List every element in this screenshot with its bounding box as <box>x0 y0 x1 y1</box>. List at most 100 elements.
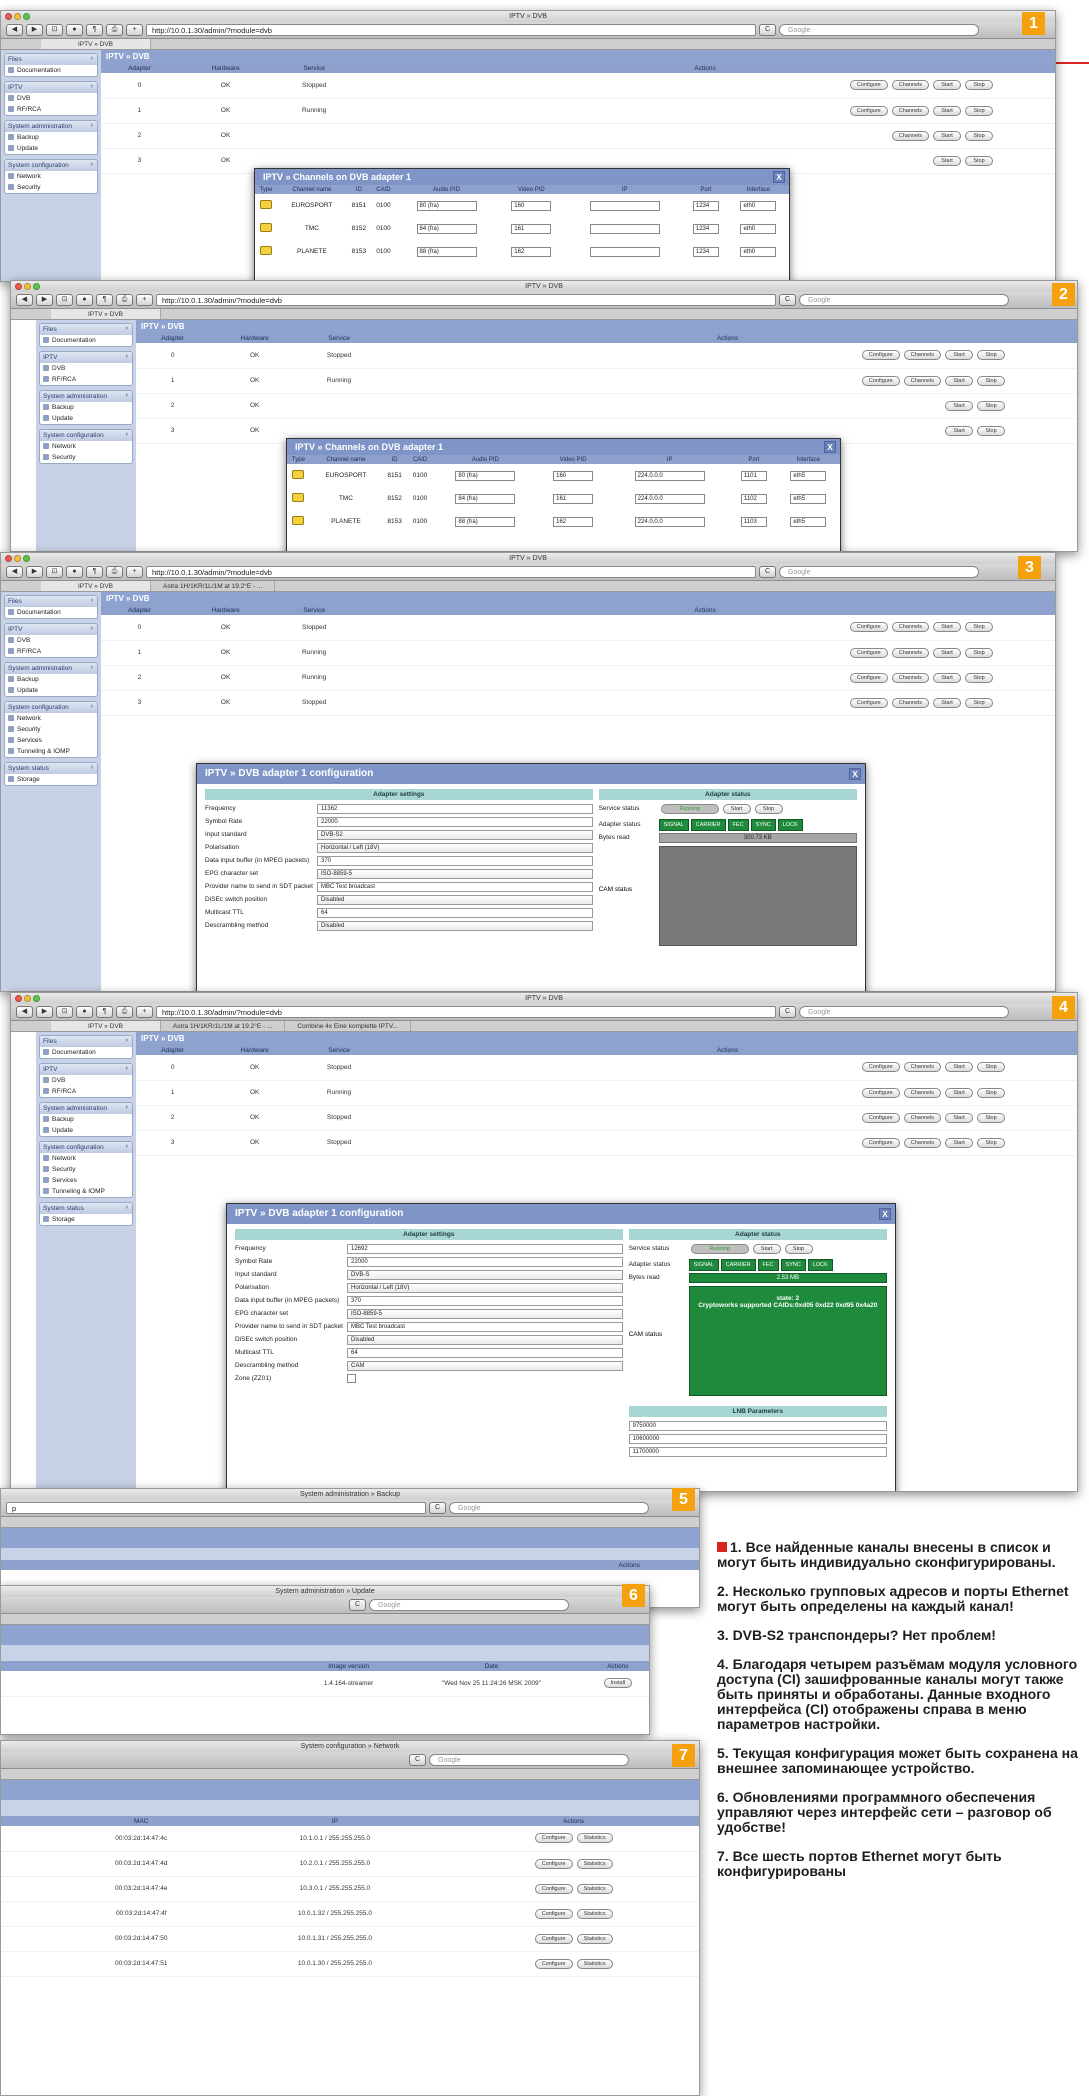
configure-button[interactable]: Configure <box>861 375 900 386</box>
buffer-input[interactable]: 370 <box>347 1295 623 1306</box>
start-button[interactable]: Start <box>933 80 961 91</box>
start-button[interactable]: Start <box>933 697 961 708</box>
zone-checkbox[interactable] <box>347 1374 356 1383</box>
sidebar-heading[interactable]: Files <box>40 1036 132 1047</box>
interface-select[interactable]: eth5 <box>790 470 827 481</box>
ip-input[interactable]: 224.0.0.0 <box>634 493 705 504</box>
ip-input[interactable]: 224.0.0.0 <box>634 516 705 527</box>
sidebar-item-dvb[interactable]: DVB <box>5 93 97 104</box>
interface-select[interactable]: eth0 <box>740 223 777 234</box>
tab-combine[interactable]: Combine 4x Eine komplette IPTV... <box>285 1021 411 1031</box>
sidebar-item-dvb[interactable]: DVB <box>5 635 97 646</box>
start-button[interactable]: Start <box>752 1243 781 1254</box>
stop-button[interactable]: Stop <box>977 375 1005 386</box>
sidebar-item-tunneling[interactable]: Tunneling & IOMP <box>40 1186 132 1197</box>
search-field[interactable]: Google <box>429 1754 629 1766</box>
sidebar-item-dvb[interactable]: DVB <box>40 363 132 374</box>
ip-input[interactable] <box>589 200 660 211</box>
configure-button[interactable]: Configure <box>849 622 888 633</box>
sidebar-item-rfrca[interactable]: RF/RCA <box>5 104 97 115</box>
port-input[interactable]: 1101 <box>740 470 767 481</box>
configure-button[interactable]: Configure <box>861 1112 900 1123</box>
reload-icon[interactable]: C <box>429 1502 446 1514</box>
start-button[interactable]: Start <box>933 622 961 633</box>
bookmark-icon[interactable]: ¶ <box>96 294 113 306</box>
window-icon[interactable]: ⊡ <box>46 566 63 578</box>
back-icon[interactable]: ◀ <box>16 294 33 306</box>
sidebar-item-update[interactable]: Update <box>40 413 132 424</box>
start-button[interactable]: Start <box>933 130 961 141</box>
stop-button[interactable]: Stop <box>977 1112 1005 1123</box>
reload-icon[interactable]: C <box>779 294 796 306</box>
provider-name-input[interactable]: MBC Test broadcast <box>347 1321 623 1332</box>
url-field[interactable]: http://10.0.1.30/admin/?module=dvb <box>156 294 776 306</box>
port-input[interactable]: 1234 <box>692 200 719 211</box>
sidebar-item-security[interactable]: Security <box>5 724 97 735</box>
statistics-button[interactable]: Statistics <box>576 1908 613 1919</box>
channels-button[interactable]: Channels <box>903 350 941 361</box>
configure-button[interactable]: Configure <box>861 1062 900 1073</box>
sidebar-item-services[interactable]: Services <box>40 1175 132 1186</box>
disec-select[interactable]: Disabled <box>347 1334 623 1345</box>
window-icon[interactable]: ⊡ <box>56 1006 73 1018</box>
sidebar-item-documentation[interactable]: Documentation <box>40 335 132 346</box>
video-pid-select[interactable]: 161 <box>553 493 594 504</box>
sidebar-heading[interactable]: Files <box>5 596 97 607</box>
stop-icon[interactable]: ● <box>76 1006 93 1018</box>
sidebar-item-update[interactable]: Update <box>40 1125 132 1136</box>
configure-button[interactable]: Configure <box>849 80 888 91</box>
forward-icon[interactable]: ▶ <box>36 294 53 306</box>
configure-button[interactable]: Configure <box>534 1833 573 1844</box>
sidebar-item-update[interactable]: Update <box>5 685 97 696</box>
audio-pid-select[interactable]: 80 (fra) <box>455 470 516 481</box>
sidebar-heading[interactable]: System administration <box>5 663 97 674</box>
start-button[interactable]: Start <box>945 375 973 386</box>
start-button[interactable]: Start <box>945 1137 973 1148</box>
video-pid-select[interactable]: 162 <box>553 516 594 527</box>
stop-button[interactable]: Stop <box>977 350 1005 361</box>
video-pid-select[interactable]: 162 <box>511 246 552 257</box>
sidebar-heading[interactable]: IPTV <box>5 624 97 635</box>
configure-button[interactable]: Configure <box>849 647 888 658</box>
start-button[interactable]: Start <box>933 672 961 683</box>
back-icon[interactable]: ◀ <box>16 1006 33 1018</box>
channels-button[interactable]: Channels <box>891 622 929 633</box>
search-field[interactable]: Google <box>799 1006 1009 1018</box>
bookmark-icon[interactable]: ¶ <box>86 566 103 578</box>
channels-button[interactable]: Channels <box>891 80 929 91</box>
sidebar-item-network[interactable]: Network <box>5 713 97 724</box>
window-icon[interactable]: ⊡ <box>46 24 63 36</box>
bookmark-icon[interactable]: ¶ <box>96 1006 113 1018</box>
url-field[interactable]: http://10.0.1.30/admin/?module=dvb <box>146 24 756 36</box>
sidebar-heading[interactable]: System configuration <box>40 430 132 441</box>
configure-button[interactable]: Configure <box>534 1908 573 1919</box>
stop-icon[interactable]: ● <box>66 24 83 36</box>
statistics-button[interactable]: Statistics <box>576 1833 613 1844</box>
tab-iptv-dvb[interactable]: IPTV » DVB <box>51 1021 161 1031</box>
frequency-input[interactable]: 12692 <box>347 1243 623 1254</box>
ttl-input[interactable]: 64 <box>317 907 593 918</box>
close-icon[interactable]: X <box>849 768 861 780</box>
sidebar-item-security[interactable]: Security <box>5 182 97 193</box>
stop-button[interactable]: Stop <box>965 155 993 166</box>
configure-button[interactable]: Configure <box>861 350 900 361</box>
stop-button[interactable]: Stop <box>965 622 993 633</box>
sidebar-item-backup[interactable]: Backup <box>5 132 97 143</box>
statistics-button[interactable]: Statistics <box>576 1933 613 1944</box>
channels-button[interactable]: Channels <box>891 697 929 708</box>
url-field[interactable]: http://10.0.1.30/admin/?module=dvb <box>156 1006 776 1018</box>
window-icon[interactable]: ⊡ <box>56 294 73 306</box>
sidebar-item-security[interactable]: Security <box>40 452 132 463</box>
search-field[interactable]: Google <box>369 1599 569 1611</box>
sidebar-item-update[interactable]: Update <box>5 143 97 154</box>
symbol-rate-input[interactable]: 22000 <box>347 1256 623 1267</box>
stop-icon[interactable]: ● <box>66 566 83 578</box>
install-button[interactable]: Install <box>603 1678 633 1689</box>
interface-select[interactable]: eth5 <box>790 493 827 504</box>
sidebar-item-storage[interactable]: Storage <box>5 774 97 785</box>
stop-button[interactable]: Stop <box>965 647 993 658</box>
reload-icon[interactable]: C <box>759 566 776 578</box>
sidebar-item-documentation[interactable]: Documentation <box>5 607 97 618</box>
sidebar-item-rfrca[interactable]: RF/RCA <box>5 646 97 657</box>
lnb-input[interactable]: 11700000 <box>628 1446 887 1457</box>
